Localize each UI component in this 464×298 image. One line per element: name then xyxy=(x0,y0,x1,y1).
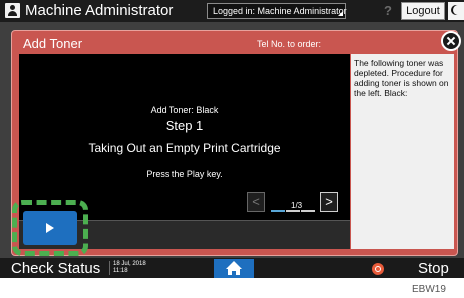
corner-triangle-icon xyxy=(338,11,343,16)
play-instruction: Press the Play key. xyxy=(146,169,223,179)
stop-icon[interactable] xyxy=(372,263,384,275)
moon-icon xyxy=(453,5,463,15)
figure-id: EBW19 xyxy=(412,284,446,295)
stop-button[interactable]: Stop xyxy=(418,260,449,278)
logout-button[interactable]: Logout xyxy=(401,2,445,20)
date-text: 18 Jul, 2018 xyxy=(113,261,146,267)
date-time: 18 Jul, 2018 11:18 xyxy=(109,261,169,275)
dialog-title: Add Toner xyxy=(23,36,83,51)
page-segment xyxy=(286,210,300,212)
time-text: 11:18 xyxy=(113,268,128,274)
page-segment xyxy=(301,210,315,212)
page-indicator: 1/3 xyxy=(271,201,315,212)
page-segment-current xyxy=(271,210,285,212)
info-text: The following toner was depleted. Proced… xyxy=(354,58,449,98)
next-page-button[interactable]: > xyxy=(320,192,338,212)
tel-number-label: Tel No. to order: xyxy=(257,39,322,49)
energy-saver-button[interactable] xyxy=(448,2,464,20)
step-number: Step 1 xyxy=(165,118,204,133)
page-indicator-text: 1/3 xyxy=(291,201,303,210)
previous-page-button[interactable]: < xyxy=(247,192,265,212)
home-button[interactable] xyxy=(214,259,254,278)
step-title: Taking Out an Empty Print Cartridge xyxy=(88,141,281,155)
play-button[interactable] xyxy=(23,211,77,245)
help-icon[interactable]: ? xyxy=(378,1,398,21)
video-subtitle: Add Toner: Black xyxy=(150,105,219,115)
top-bar: Machine Administrator Logged in: Machine… xyxy=(0,0,464,22)
info-panel: The following toner was depleted. Proced… xyxy=(351,54,454,249)
check-status-button[interactable]: Check Status xyxy=(11,260,100,278)
user-icon xyxy=(5,3,20,18)
close-icon[interactable] xyxy=(441,31,461,51)
play-icon xyxy=(46,223,54,233)
user-name: Machine Administrator xyxy=(25,2,174,19)
panel-screen: Machine Administrator Logged in: Machine… xyxy=(0,0,464,278)
login-status-text: Logged in: Machine Administrator xyxy=(213,6,347,16)
login-status-field[interactable]: Logged in: Machine Administrator xyxy=(207,3,347,19)
